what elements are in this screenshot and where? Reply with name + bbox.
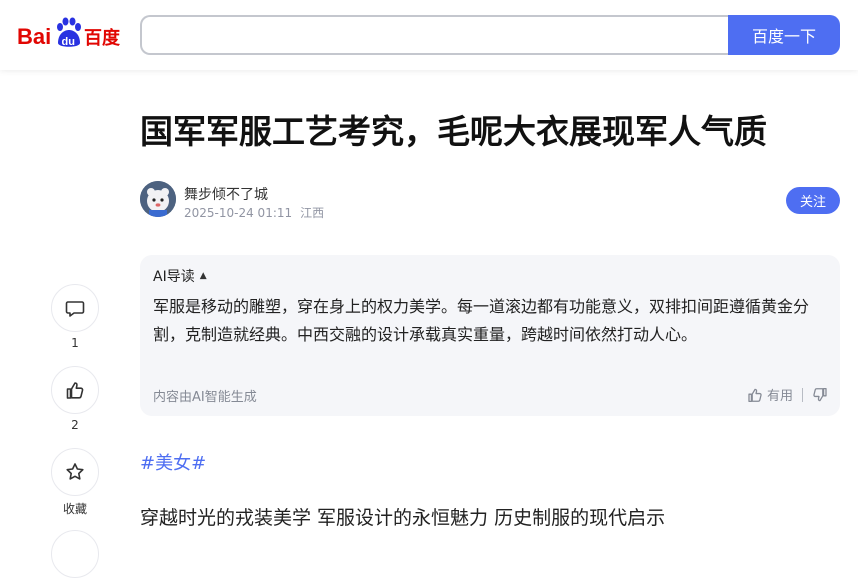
svg-text:Bai: Bai <box>17 24 51 49</box>
publish-datetime: 2025-10-24 01:11 <box>184 206 293 220</box>
like-count: 2 <box>71 418 79 432</box>
like-button[interactable] <box>51 366 99 414</box>
topic-hashtag[interactable]: #美女# <box>140 449 206 475</box>
ai-summary-panel: AI导读 ▲ 军服是移动的雕塑，穿在身上的权力美学。每一道滚边都有功能意义，双排… <box>140 255 840 416</box>
thumbs-down-icon <box>813 387 827 401</box>
author-name[interactable]: 舞步倾不了城 <box>184 184 268 204</box>
comment-count: 1 <box>71 336 79 350</box>
ai-disclaimer: 内容由AI智能生成 <box>153 390 257 405</box>
article-body-paragraph: 穿越时光的戎装美学 军服设计的永恒魅力 历史制服的现代启示 <box>140 507 666 529</box>
search-button[interactable]: 百度一下 <box>728 15 840 55</box>
ai-feedback: 有用 <box>747 385 828 404</box>
share-button[interactable] <box>51 530 99 578</box>
publish-location: 江西 <box>300 206 325 220</box>
top-header: Bai du 百度 百度一下 <box>0 0 858 70</box>
author-avatar[interactable] <box>140 181 176 217</box>
search-input[interactable] <box>140 15 732 55</box>
svg-text:du: du <box>62 36 75 48</box>
thumbs-up-icon <box>66 382 84 399</box>
article-title: 国军军服工艺考究，毛呢大衣展现军人气质 <box>140 112 767 151</box>
avatar-image <box>140 181 176 217</box>
favorite-button[interactable] <box>51 448 99 496</box>
feedback-divider <box>802 387 803 402</box>
useless-button[interactable] <box>812 387 828 403</box>
follow-button[interactable]: 关注 <box>786 187 840 214</box>
comment-button[interactable] <box>51 284 99 332</box>
ai-summary-text: 军服是移动的雕塑，穿在身上的权力美学。每一道滚边都有功能意义，双排扣间距遵循黄金… <box>153 297 810 344</box>
useful-label: 有用 <box>766 389 793 404</box>
favorite-label: 收藏 <box>62 502 87 516</box>
thumbs-up-icon <box>748 388 762 402</box>
useful-button[interactable]: 有用 <box>747 385 793 404</box>
caret-up-icon: ▲ <box>199 271 207 281</box>
svg-text:百度: 百度 <box>84 27 121 49</box>
author-meta: 2025-10-24 01:11 江西 <box>184 204 332 221</box>
ai-summary-toggle[interactable]: AI导读 ▲ <box>153 266 207 286</box>
ai-summary-heading: AI导读 <box>153 269 195 285</box>
star-icon <box>66 463 84 480</box>
comment-icon <box>65 301 85 317</box>
baidu-logo[interactable]: Bai du 百度 <box>17 17 123 51</box>
